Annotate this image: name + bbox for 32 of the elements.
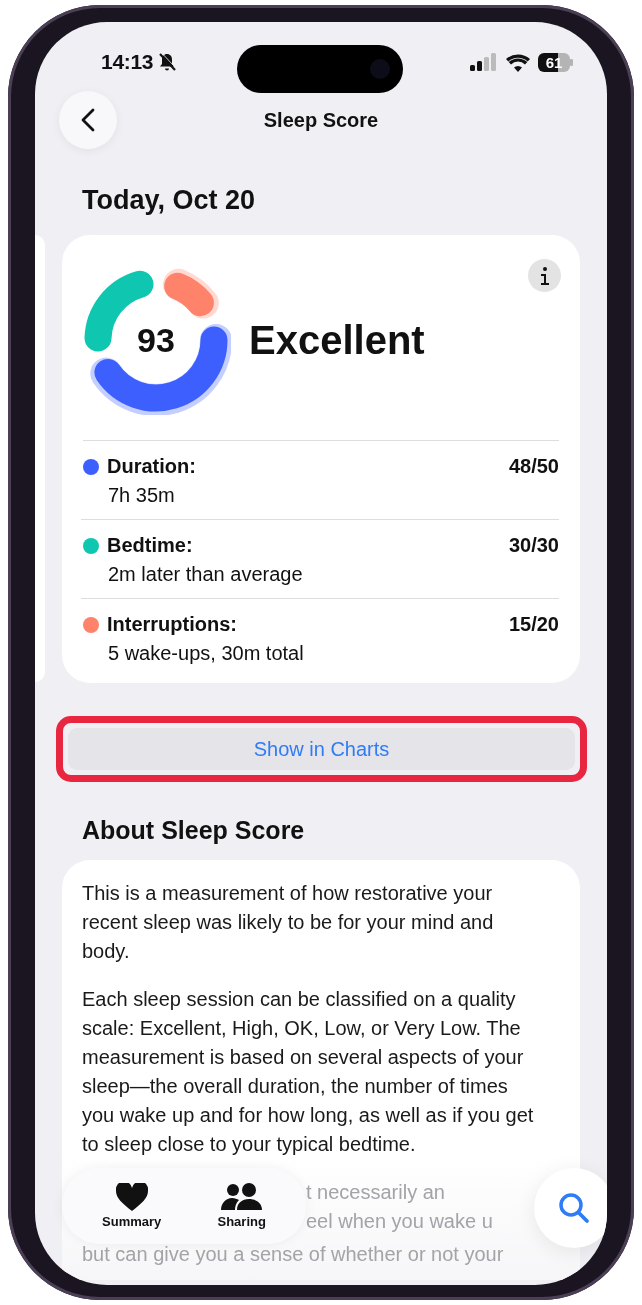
category-points: 15/20 [508, 613, 559, 637]
category-points: 30/30 [508, 534, 559, 558]
description-paragraph: Each sleep session can be classified on a quality scale: Excellent, High, OK, Low, or Very Low. The measurement is based on several aspects of your sleep—the overall duration, the number of times you wake up and for how long, as well as if you get to sleep close to your typical bedtime. [82, 987, 535, 1157]
section-heading: About Sleep Score [82, 816, 306, 845]
info-button[interactable] [528, 259, 561, 292]
category-name: Interruptions: [107, 613, 237, 636]
category-name: Duration: [107, 455, 196, 478]
wifi-icon [505, 52, 531, 72]
faded-text-line: but can give you a sense of whether or not your [82, 1243, 504, 1265]
status-time: 14:13 [101, 50, 154, 74]
category-name: Bedtime: [107, 534, 193, 557]
people-icon [220, 1183, 263, 1211]
info-icon [538, 265, 551, 286]
category-detail: 5 wake-ups, 30m total [108, 642, 304, 665]
date-heading: Today, Oct 20 [82, 185, 257, 216]
back-chevron-icon [81, 108, 95, 132]
category-detail: 2m later than average [108, 563, 303, 586]
muted-bell-icon [157, 52, 178, 72]
battery-tip-icon [570, 58, 573, 66]
faded-text-line: eel when you wake u [306, 1210, 493, 1232]
description-paragraph: This is a measurement of how restorative your recent sleep was likely to be for your mind and body. [82, 881, 495, 964]
search-icon [558, 1192, 590, 1224]
tab-item[interactable]: Sharing [211, 1179, 272, 1233]
tab-item[interactable]: Summary [96, 1179, 168, 1233]
heart-icon [115, 1183, 148, 1211]
faded-text-line: t necessarily an [306, 1181, 445, 1203]
signal-icon [470, 53, 498, 71]
category-points: 48/50 [508, 455, 559, 479]
category-detail: 7h 35m [108, 484, 176, 507]
score-rating: Excellent [249, 317, 425, 363]
score-value: 93 [136, 321, 176, 360]
screen-title: Sleep Score [263, 108, 379, 132]
